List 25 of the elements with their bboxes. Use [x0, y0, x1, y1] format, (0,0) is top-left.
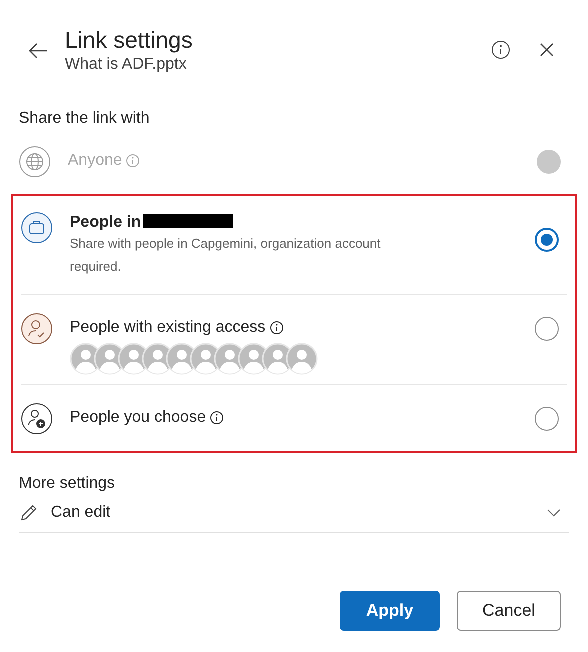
person-add-icon	[21, 403, 53, 435]
option-label: People you choose	[70, 409, 206, 427]
radio-button[interactable]	[535, 407, 559, 431]
info-button[interactable]	[491, 40, 511, 60]
info-icon[interactable]	[270, 321, 284, 335]
avatar-icon	[286, 343, 318, 375]
section-heading: Share the link with	[19, 110, 151, 128]
option-label: People with existing access	[70, 319, 266, 337]
file-name: What is ADF.pptx	[65, 56, 188, 74]
pencil-icon	[19, 503, 39, 523]
option-label: Anyone	[68, 152, 122, 170]
secondary-button[interactable]: Cancel	[457, 591, 561, 631]
chevron-down-icon	[547, 509, 561, 517]
permission-dropdown[interactable]: Can edit	[19, 493, 569, 533]
radio-button[interactable]	[535, 228, 559, 252]
primary-button[interactable]: Apply	[340, 591, 440, 631]
option-label: People in	[70, 214, 142, 232]
radio-button[interactable]	[535, 317, 559, 341]
option-description: Share with people in Capgemini, organization account required.	[70, 235, 382, 276]
panel-title: Link settings	[65, 26, 194, 54]
globe-icon	[19, 146, 51, 178]
section-heading: More settings	[19, 475, 116, 493]
info-icon[interactable]	[210, 411, 224, 425]
person-check-icon	[21, 313, 53, 345]
briefcase-icon	[21, 212, 53, 244]
